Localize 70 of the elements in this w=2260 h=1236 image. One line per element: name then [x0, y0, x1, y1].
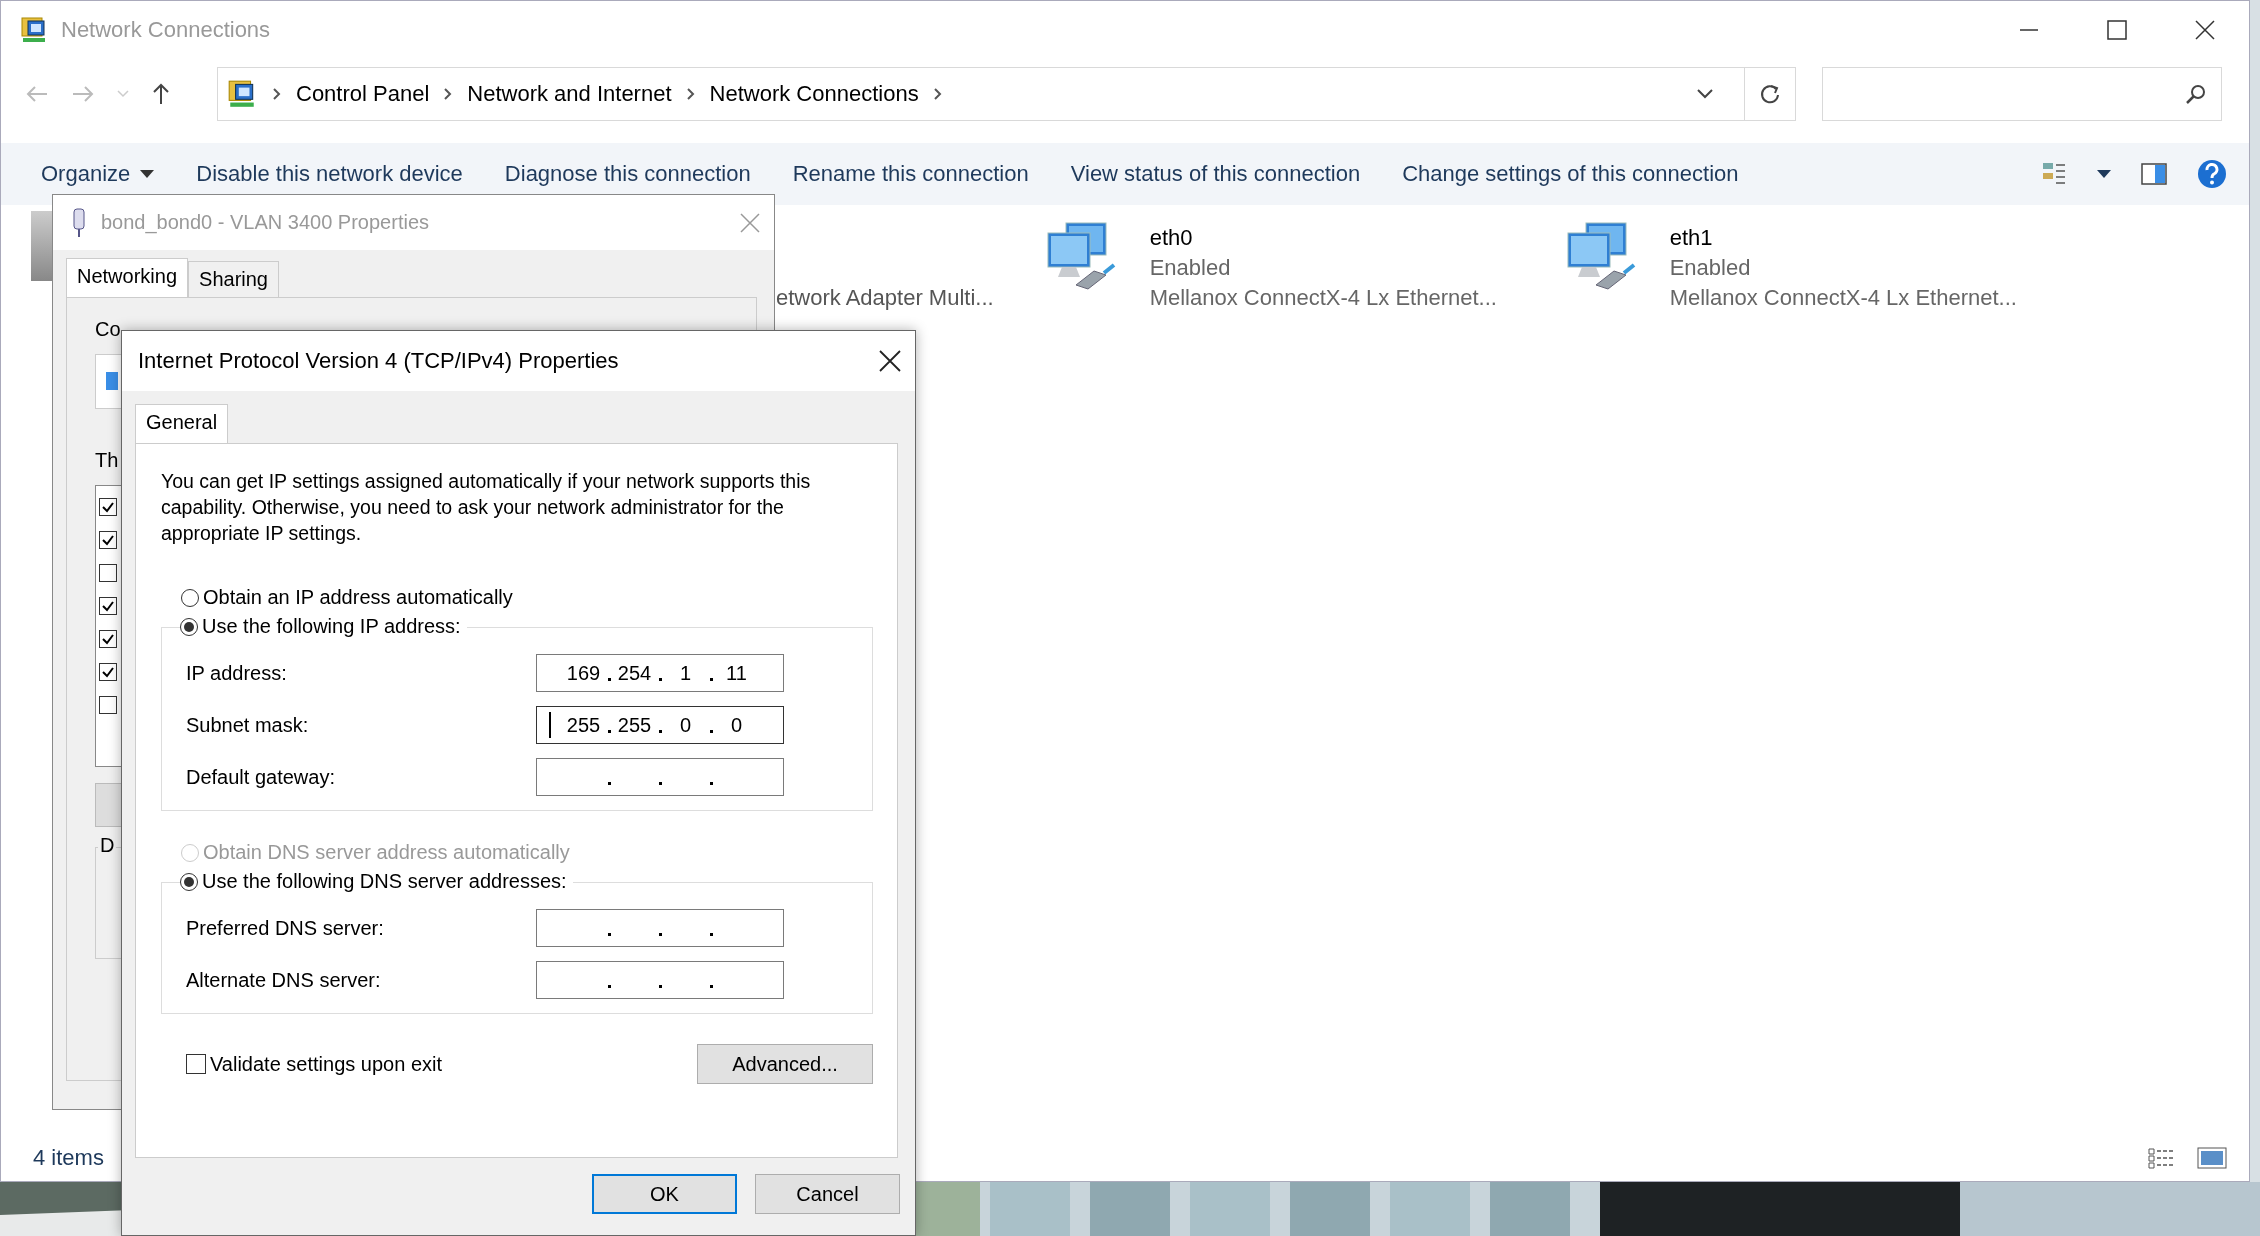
list-label: Th: [95, 449, 120, 473]
up-icon[interactable]: [151, 82, 171, 106]
cancel-button[interactable]: Cancel: [755, 1174, 900, 1214]
large-icons-view-icon[interactable]: [2197, 1146, 2227, 1170]
search-field[interactable]: [1822, 67, 2222, 121]
chevron-icon: [443, 87, 454, 101]
maximize-icon[interactable]: [2107, 20, 2127, 40]
close-icon[interactable]: [2195, 20, 2215, 40]
window-title: Network Connections: [61, 17, 271, 43]
ip-address-field[interactable]: [536, 758, 784, 796]
dialog-title: Internet Protocol Version 4 (TCP/IPv4) Properties: [138, 348, 619, 374]
toolbar-command[interactable]: Diagnose this connection: [504, 161, 751, 187]
connection-status: Enabled: [1669, 255, 1752, 281]
dropdown-icon[interactable]: [1696, 88, 1714, 100]
toolbar-command[interactable]: Rename this connection: [792, 161, 1029, 187]
refresh-icon[interactable]: [1759, 83, 1781, 105]
tab[interactable]: General: [135, 404, 229, 443]
radio-option[interactable]: Obtain an IP address automatically: [181, 586, 875, 609]
toolbar-command[interactable]: Change settings of this connection: [1402, 161, 1739, 187]
field-label: Subnet mask:: [186, 713, 310, 737]
item-count: 4 items: [33, 1145, 104, 1171]
connection-name[interactable]: eth1: [1669, 225, 2017, 251]
breadcrumb-item[interactable]: Network Connections: [709, 81, 919, 107]
field-label: Alternate DNS server:: [186, 968, 382, 992]
toolbar-command[interactable]: View status of this connection: [1070, 161, 1361, 187]
ip-address-field[interactable]: 255 255 0 0: [536, 706, 784, 744]
preview-pane-icon[interactable]: [2141, 163, 2167, 185]
field-label: Default gateway:: [186, 765, 336, 789]
breadcrumb-item[interactable]: Network and Internet: [467, 81, 672, 107]
help-icon[interactable]: [2197, 159, 2227, 189]
checkbox[interactable]: [99, 531, 117, 549]
tab[interactable]: Networking: [66, 258, 189, 297]
checkbox[interactable]: [99, 498, 117, 516]
device-icon: [31, 211, 53, 281]
field-label: IP address:: [186, 661, 288, 685]
tab[interactable]: Sharing: [188, 261, 279, 297]
checkbox[interactable]: [99, 564, 117, 582]
close-icon[interactable]: [879, 350, 901, 372]
ok-button[interactable]: OK: [592, 1174, 737, 1214]
adapter-description: etwork Adapter Multi...: [776, 285, 994, 311]
checkbox[interactable]: [99, 630, 117, 648]
connection-name[interactable]: eth0: [1149, 225, 1497, 251]
breadcrumb-item[interactable]: Control Panel: [296, 81, 430, 107]
field-label: Preferred DNS server:: [186, 916, 385, 940]
toolbar-command[interactable]: Disable this network device: [196, 161, 463, 187]
advanced-button[interactable]: Advanced...: [697, 1044, 873, 1084]
ip-address-field[interactable]: [536, 909, 784, 947]
dialog-title: bond_bond0 - VLAN 3400 Properties: [101, 211, 429, 234]
search-icon: [2185, 83, 2207, 105]
chevron-icon: [272, 87, 282, 101]
adapter-description: Mellanox ConnectX-4 Lx Ethernet...: [1669, 285, 2017, 311]
checkbox[interactable]: [99, 663, 117, 681]
checkbox[interactable]: [99, 597, 117, 615]
validate-checkbox[interactable]: Validate settings upon exit: [186, 1052, 442, 1076]
chevron-icon: [685, 87, 696, 101]
caret-icon[interactable]: [2097, 170, 2111, 178]
checkbox[interactable]: [99, 696, 117, 714]
toolbar-command[interactable]: Organize: [41, 161, 155, 187]
caret-icon: [140, 170, 155, 178]
radio-option[interactable]: Use the following DNS server addresses:: [180, 870, 573, 893]
address-bar[interactable]: Control Panel Network and Internet Network Connections: [217, 67, 1796, 121]
ip-address-field[interactable]: [536, 961, 784, 999]
field-label: Co: [95, 318, 122, 342]
ip-address-field[interactable]: 169 254 1 11: [536, 654, 784, 692]
view-options-icon[interactable]: [2041, 161, 2067, 187]
description-text: You can get IP settings assigned automatically if your network supports this capability. Otherwise, you need to ask your network administrator for the appropriate IP settings.: [161, 469, 812, 546]
chevron-icon: [932, 87, 943, 101]
connection-status: Enabled: [1149, 255, 1232, 281]
adapter-description: Mellanox ConnectX-4 Lx Ethernet...: [1149, 285, 1497, 311]
radio-option[interactable]: Use the following IP address:: [180, 615, 467, 638]
